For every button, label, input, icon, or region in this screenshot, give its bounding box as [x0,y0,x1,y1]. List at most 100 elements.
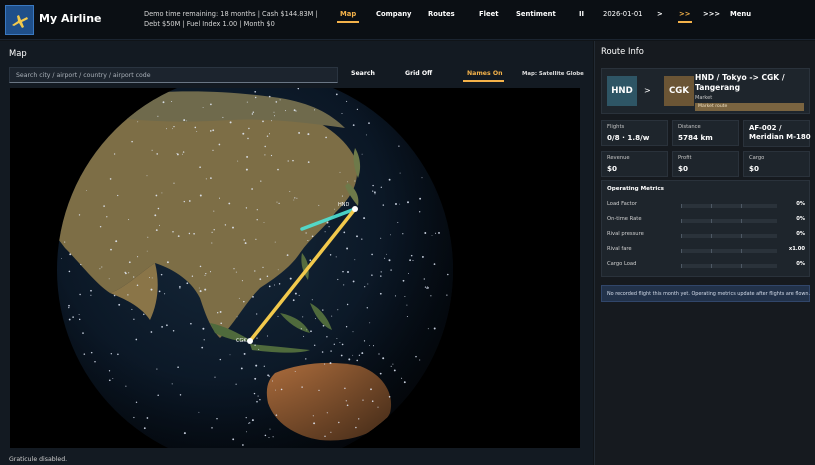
airport-dot [294,197,296,199]
airport-dot [166,128,167,130]
airplane-icon [9,10,30,30]
speed-3-button[interactable]: >>> [703,10,720,18]
airport-dot [370,388,372,391]
airport-dot [352,354,354,356]
destination-airport-marker[interactable] [247,338,253,344]
airport-dot [343,284,345,286]
origin-airport-marker[interactable] [352,206,358,212]
airport-dot [224,224,227,226]
search-input[interactable] [9,67,338,83]
airport-dot [305,358,307,360]
search-button[interactable]: Search [351,70,375,77]
airport-dot [342,270,344,273]
stat-label: Profit [678,155,692,161]
airport-dot [202,327,205,330]
airport-dot [395,203,397,205]
airport-dot [90,294,92,296]
globe-view[interactable]: HND CGK [10,88,580,448]
airport-dot [354,259,356,261]
airport-dot [294,371,296,372]
airport-dot [193,232,195,235]
airport-dot [389,234,391,236]
names-toggle-button[interactable]: Names On [467,70,503,77]
speed-2-button[interactable]: >> [679,10,690,18]
airport-dot [390,269,392,271]
airport-dot [430,295,432,297]
airport-dot [312,415,314,417]
airport-dot [263,365,265,367]
airport-dot [346,247,349,250]
map-mode-button[interactable]: Map: Satellite Globe [522,71,584,77]
airport-dot [339,342,341,344]
airport-dot [229,121,232,124]
airport-dot [406,315,408,318]
airport-dot [133,416,135,419]
airport-dot [354,180,356,182]
airport-dot [196,130,198,132]
tab-routes[interactable]: Routes [428,10,455,18]
airport-dot [339,171,341,173]
airport-dot [274,389,276,391]
origin-code-box: HND [607,76,637,106]
tab-company[interactable]: Company [376,10,411,18]
tab-sentiment[interactable]: Sentiment [516,10,556,18]
airport-dot [254,90,257,93]
airport-dot [156,368,158,370]
airport-dot [305,232,307,234]
airport-dot [159,224,160,226]
airport-dot [72,316,74,318]
airport-dot [154,214,157,217]
airport-dot [78,214,81,216]
airport-dot [147,236,149,238]
airport-dot [274,284,275,286]
airport-dot [171,128,173,130]
airport-dot [254,377,257,380]
airport-dot [117,194,119,197]
airport-dot [336,338,338,340]
airport-dot [263,222,265,223]
airport-dot [329,362,332,365]
airport-dot [368,122,370,124]
stat-card-aircraft[interactable]: AF-002 / Meridian M-180 [743,120,811,147]
airline-logo[interactable] [5,5,34,35]
airport-dot [211,242,213,244]
airport-dot [423,278,425,280]
top-bar [0,0,815,40]
globe-map[interactable]: HND CGK [10,88,580,448]
airport-dot [135,338,138,341]
airport-dot [213,229,215,231]
menu-button[interactable]: Menu [730,10,751,18]
speed-1-button[interactable]: > [657,10,663,18]
airport-dot [306,329,308,331]
grid-toggle-button[interactable]: Grid Off [405,70,432,77]
airport-dot [108,379,111,382]
airport-dot [347,181,349,183]
airport-dot [271,380,274,382]
metric-label: Load Factor [607,201,637,207]
pause-button[interactable]: II [579,10,584,18]
airport-dot [133,276,135,278]
metrics-info-note: No recorded flight this month yet. Opera… [601,285,810,302]
airport-dot [198,411,200,413]
airport-dot [266,335,269,337]
airport-dot [271,120,272,122]
metric-value: 0% [796,231,805,237]
airport-dot [161,326,163,328]
airport-dot [259,399,261,401]
airport-dot [245,168,248,171]
airport-dot [237,160,239,162]
airport-dot [151,277,153,279]
tab-fleet[interactable]: Fleet [479,10,498,18]
airport-dot [322,309,324,311]
airport-dot [408,273,409,275]
airport-dot [329,254,332,256]
tab-map[interactable]: Map [340,10,356,18]
airport-dot [112,377,114,379]
airport-dot [388,178,391,181]
airport-dot [330,350,332,352]
airport-dot [78,314,80,316]
airport-dot [106,216,108,218]
airport-dot [276,201,278,203]
airport-dot [150,288,153,291]
stat-card-flights: Flights 0/8 · 1.8/w [601,120,668,146]
